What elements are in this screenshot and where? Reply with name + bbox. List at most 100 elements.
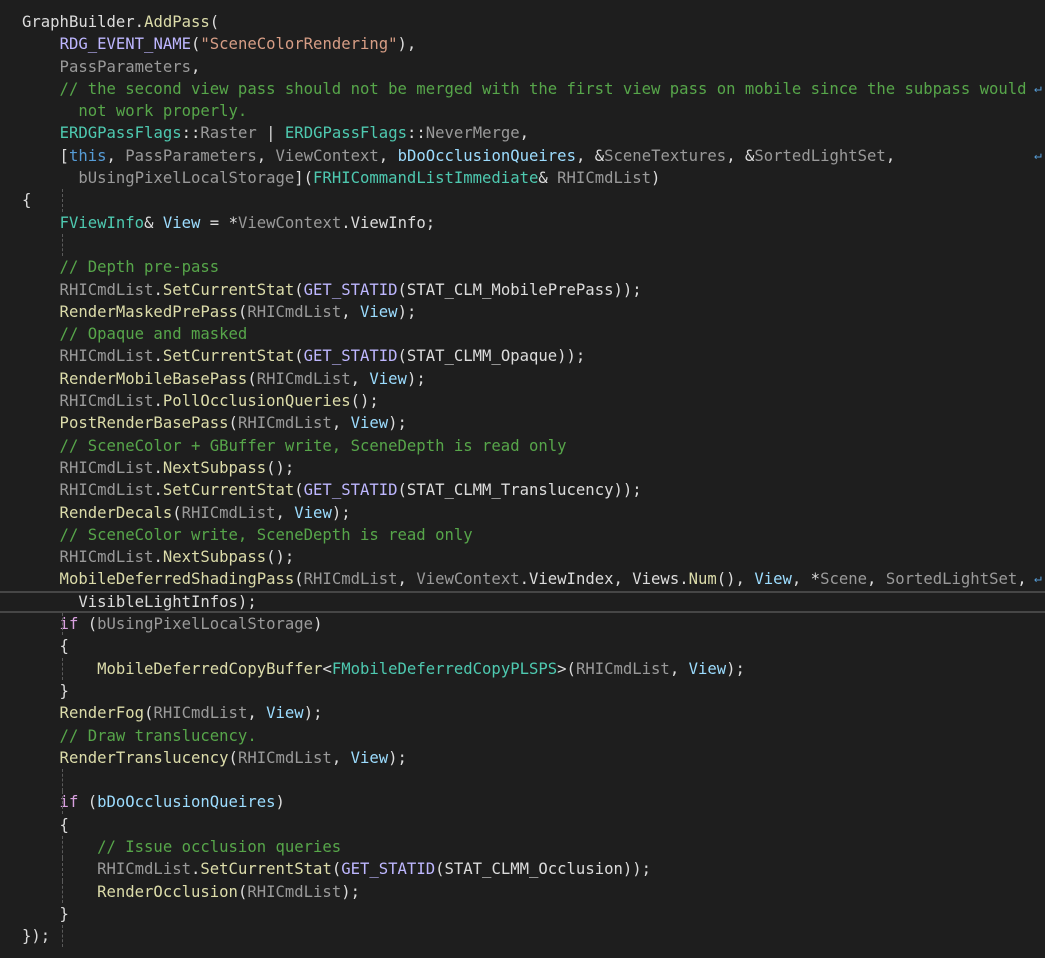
code-line[interactable]: bUsingPixelLocalStorage](FRHICommandList… [0, 167, 1045, 189]
code-token: RenderMobileBasePass [22, 369, 248, 388]
code-token: RHICmdList [181, 503, 276, 522]
code-line[interactable]: RHICmdList.SetCurrentStat(GET_STATID(STA… [0, 858, 1045, 881]
code-token: RenderTranslucency [22, 748, 229, 767]
code-token: RHICmdList [247, 302, 342, 321]
code-token: = * [200, 213, 238, 232]
code-token: RHICmdList [22, 548, 154, 567]
code-token: View [350, 414, 389, 433]
code-line[interactable] [0, 233, 1045, 257]
code-token: .ViewIndex, Views. [519, 570, 689, 589]
code-line[interactable]: // Issue occlusion queries [0, 835, 1045, 859]
code-token: } [22, 904, 69, 923]
code-token: MobileDeferredShadingPass [22, 570, 295, 589]
code-token: ( [247, 369, 257, 388]
code-line[interactable]: RHICmdList.PollOcclusionQueries(); [0, 390, 1045, 412]
code-token: ( [228, 414, 238, 433]
code-line[interactable]: RHICmdList.NextSubpass(); [0, 546, 1045, 568]
code-token: ); [726, 659, 745, 678]
code-line[interactable]: MobileDeferredCopyBuffer<FMobileDeferred… [0, 657, 1045, 680]
code-token: bDoOcclusionQueires [97, 793, 276, 812]
code-line[interactable]: RenderFog(RHICmdList, View); [0, 702, 1045, 724]
code-token: ); [388, 414, 407, 433]
code-line[interactable]: PassParameters, [0, 56, 1045, 78]
code-line[interactable]: RenderMobileBasePass(RHICmdList, View); [0, 368, 1045, 390]
code-token: , [331, 414, 351, 433]
code-line[interactable]: RenderMaskedPrePass(RHICmdList, View); [0, 301, 1045, 323]
code-line[interactable]: RDG_EVENT_NAME("SceneColorRendering"), [0, 33, 1045, 55]
code-line[interactable]: if (bDoOcclusionQueires) [0, 791, 1045, 814]
code-token: & [144, 213, 163, 232]
code-line[interactable]: // Opaque and masked [0, 323, 1045, 345]
code-token: // the second view pass should not be me… [22, 79, 1027, 98]
code-line[interactable]: } [0, 680, 1045, 702]
code-line[interactable]: MobileDeferredShadingPass(RHICmdList, Vi… [0, 568, 1045, 590]
code-token: FRHICommandListImmediate [313, 169, 539, 188]
code-token: SortedLightSet [754, 146, 886, 165]
code-token: RHICmdList [237, 414, 332, 433]
code-token: ( [294, 570, 304, 589]
code-line[interactable]: FViewInfo& View = *ViewContext.ViewInfo; [0, 212, 1045, 234]
code-line[interactable]: ERDGPassFlags::Raster | ERDGPassFlags::N… [0, 122, 1045, 144]
code-line[interactable]: // SceneColor write, SceneDepth is read … [0, 524, 1045, 546]
code-token: ); [341, 882, 360, 901]
code-token: RHICmdList [22, 347, 154, 366]
code-token: , [275, 503, 295, 522]
code-token: , * [791, 570, 821, 589]
indent-guide [62, 925, 63, 948]
code-line[interactable]: // the second view pass should not be me… [0, 78, 1045, 100]
code-token: RHICmdList [22, 860, 191, 879]
code-line[interactable]: RHICmdList.SetCurrentStat(GET_STATID(STA… [0, 345, 1045, 367]
code-line[interactable]: }); [0, 925, 1045, 948]
code-token: RHICmdList [237, 748, 332, 767]
word-wrap-icon: ↵ [1034, 571, 1042, 587]
code-token: View [294, 503, 332, 522]
code-token: { [22, 637, 69, 656]
code-token: (STAT_CLMM_Opaque)); [397, 347, 586, 366]
code-token: (), [716, 570, 755, 589]
code-line[interactable]: PostRenderBasePass(RHICmdList, View); [0, 412, 1045, 434]
word-wrap-icon: ↵ [1034, 147, 1042, 163]
code-line[interactable]: VisibleLightInfos); [0, 591, 1045, 613]
code-token: View [360, 302, 398, 321]
code-token: GET_STATID [303, 481, 398, 500]
code-token: // Issue occlusion queries [22, 837, 342, 856]
code-line[interactable]: // Draw translucency. [0, 725, 1045, 747]
code-token: MobileDeferredCopyBuffer [22, 659, 323, 678]
code-token: & [538, 169, 558, 188]
code-line[interactable] [0, 769, 1045, 792]
code-line[interactable]: RenderTranslucency(RHICmdList, View); [0, 747, 1045, 769]
code-token: , & [575, 146, 605, 165]
code-token: View [162, 213, 201, 232]
code-token: , [519, 124, 530, 143]
code-token: RHICmdList [303, 570, 398, 589]
indent-guide [62, 189, 63, 212]
code-token: ( [237, 302, 248, 321]
code-token: ( [78, 615, 98, 634]
code-line[interactable]: RHICmdList.SetCurrentStat(GET_STATID(STA… [0, 479, 1045, 501]
code-line[interactable]: { [0, 635, 1045, 657]
code-line[interactable]: if (bUsingPixelLocalStorage) [0, 613, 1045, 636]
code-line[interactable]: not work properly. [0, 100, 1045, 122]
code-line[interactable]: } [0, 903, 1045, 925]
code-line[interactable]: RenderOcclusion(RHICmdList); [0, 880, 1045, 903]
code-editor[interactable]: GraphBuilder.AddPass( RDG_EVENT_NAME("Sc… [0, 11, 1045, 948]
code-token: View [350, 748, 389, 767]
code-line[interactable]: // Depth pre-pass [0, 256, 1045, 278]
code-line[interactable]: // SceneColor + GBuffer write, SceneDept… [0, 435, 1045, 457]
code-line[interactable]: { [0, 814, 1045, 836]
indent-guide [62, 657, 63, 680]
indent-guide [62, 613, 63, 636]
code-line[interactable]: RHICmdList.NextSubpass(); [0, 457, 1045, 479]
code-line[interactable]: GraphBuilder.AddPass( [0, 11, 1045, 33]
code-line[interactable]: RHICmdList.SetCurrentStat(GET_STATID(STA… [0, 279, 1045, 301]
code-token: Scene [820, 570, 868, 589]
code-token: PassParameters [22, 57, 191, 76]
code-line[interactable]: [this, PassParameters, ViewContext, bDoO… [0, 145, 1045, 167]
code-line[interactable]: RenderDecals(RHICmdList, View); [0, 502, 1045, 524]
code-token: PassParameters [125, 146, 257, 165]
code-token: this [68, 146, 107, 165]
code-line[interactable]: { [0, 189, 1045, 212]
code-token: ); [388, 748, 407, 767]
code-token: { [22, 815, 69, 834]
